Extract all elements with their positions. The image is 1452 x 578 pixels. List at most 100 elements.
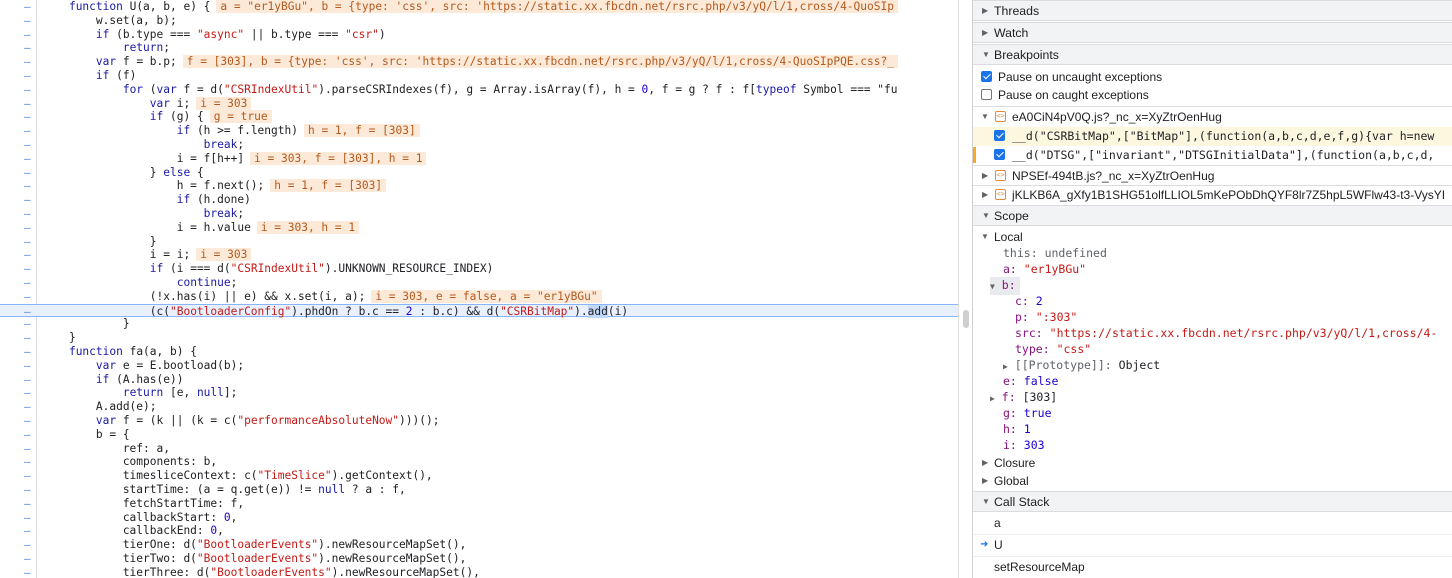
threads-section-header[interactable]: ▶ Threads	[973, 0, 1452, 21]
pause-caught-checkbox[interactable]	[981, 89, 992, 100]
line-marker[interactable]: –	[24, 331, 32, 345]
code-line[interactable]: – i = i; i = 303	[0, 248, 958, 262]
line-marker[interactable]: –	[24, 83, 32, 97]
line-marker[interactable]: –	[24, 345, 32, 359]
code-line[interactable]: – timesliceContext: c("TimeSlice").getCo…	[0, 469, 958, 483]
line-marker[interactable]: –	[24, 359, 32, 373]
code-line[interactable]: – }	[0, 331, 958, 345]
code-line[interactable]: – return [e, null];	[0, 386, 958, 400]
code-line[interactable]: – b = {	[0, 428, 958, 442]
code-line[interactable]: – continue;	[0, 276, 958, 290]
scope-i[interactable]: i: 303	[1003, 437, 1045, 453]
line-marker[interactable]: –	[24, 386, 32, 400]
call-frame-a[interactable]: a	[973, 512, 1452, 535]
code-line[interactable]: – var f = (k || (k = c("performanceAbsol…	[0, 414, 958, 428]
scope-b-c[interactable]: c: 2	[1015, 293, 1043, 309]
line-marker[interactable]: –	[24, 124, 32, 138]
breakpoint-checkbox[interactable]	[994, 149, 1005, 160]
scope-b-src[interactable]: src: "https://static.xx.fbcdn.net/rsrc.p…	[1015, 325, 1437, 341]
line-marker[interactable]: –	[24, 290, 32, 304]
code-line[interactable]: – (!x.has(i) || e) && x.set(i, a); i = 30…	[0, 289, 958, 304]
panel-splitter[interactable]	[958, 0, 973, 578]
code-line[interactable]: – var e = E.bootload(b);	[0, 359, 958, 373]
line-marker[interactable]: –	[24, 69, 32, 83]
line-marker[interactable]: –	[24, 414, 32, 428]
scope-section-header[interactable]: ▼ Scope	[973, 205, 1452, 226]
splitter-grip[interactable]	[963, 310, 969, 328]
line-marker[interactable]: –	[24, 138, 32, 152]
line-marker[interactable]: –	[24, 55, 32, 69]
line-marker[interactable]: –	[24, 248, 32, 262]
line-marker[interactable]: –	[24, 262, 32, 276]
line-marker[interactable]: –	[24, 97, 32, 111]
scope-global-row[interactable]: ▶ Global	[973, 472, 1452, 490]
breakpoint-entry-1[interactable]: __d("CSRBitMap",["BitMap"],(function(a,b…	[973, 127, 1452, 146]
code-line[interactable]: – break;	[0, 207, 958, 221]
line-marker[interactable]: –	[24, 552, 32, 566]
breakpoint-checkbox[interactable]	[994, 130, 1005, 141]
scope-e[interactable]: e: false	[1003, 373, 1058, 389]
code-line[interactable]: – tierOne: d("BootloaderEvents").newReso…	[0, 538, 958, 552]
line-marker[interactable]: –	[24, 235, 32, 249]
code-line[interactable]: – }	[0, 317, 958, 331]
line-marker[interactable]: –	[24, 179, 32, 193]
line-marker[interactable]: –	[24, 317, 32, 331]
scope-a[interactable]: a: "er1yBGu"	[1003, 261, 1086, 277]
watch-section-header[interactable]: ▶ Watch	[973, 22, 1452, 43]
code-line[interactable]: – i = h.value i = 303, h = 1	[0, 220, 958, 235]
scope-this[interactable]: this: undefined	[1003, 245, 1107, 261]
code-line[interactable]: – fetchStartTime: f,	[0, 497, 958, 511]
breakpoint-file-1[interactable]: ▼ <> eA0CiN4pV0Q.js?_nc_x=XyZtrOenHug	[973, 108, 1452, 126]
code-line[interactable]: – if (g) {g = true	[0, 110, 958, 124]
line-marker[interactable]: –	[24, 0, 32, 14]
line-marker[interactable]: –	[24, 373, 32, 387]
code-line[interactable]: – ref: a,	[0, 442, 958, 456]
code-line[interactable]: – break;	[0, 138, 958, 152]
line-marker[interactable]: –	[24, 28, 32, 42]
scope-g[interactable]: g: true	[1003, 405, 1052, 421]
line-marker[interactable]: –	[24, 566, 32, 578]
line-marker[interactable]: –	[24, 455, 32, 469]
scope-b-type[interactable]: type: "css"	[1015, 341, 1091, 357]
line-marker[interactable]: –	[24, 469, 32, 483]
breakpoints-section-header[interactable]: ▼ Breakpoints	[973, 44, 1452, 65]
line-marker[interactable]: –	[24, 14, 32, 28]
call-stack-section-header[interactable]: ▼ Call Stack	[973, 491, 1452, 512]
code-line[interactable]: – callbackStart: 0,	[0, 511, 958, 525]
code-line[interactable]: – var f = b.p; f = [303], b = {type: 'css…	[0, 55, 958, 69]
code-line[interactable]: – A.add(e);	[0, 400, 958, 414]
line-marker[interactable]: –	[24, 41, 32, 55]
code-line[interactable]: – if (h >= f.length) h = 1, f = [303]	[0, 124, 958, 138]
code-line[interactable]: – if (f)	[0, 69, 958, 83]
line-marker[interactable]: –	[24, 110, 32, 124]
line-marker[interactable]: –	[24, 166, 32, 180]
code-line[interactable]: – if (A.has(e))	[0, 373, 958, 387]
code-line[interactable]: – startTime: (a = q.get(e)) != null ? a …	[0, 483, 958, 497]
call-frame-setResourceMap[interactable]: setResourceMap	[973, 556, 1452, 578]
line-marker[interactable]: –	[24, 276, 32, 290]
breakpoint-file-2[interactable]: ▶ <> NPSEf-494tB.js?_nc_x=XyZtrOenHug	[973, 167, 1452, 185]
code-line[interactable]: – return;	[0, 41, 958, 55]
line-marker[interactable]: –	[24, 305, 32, 319]
code-line[interactable]: – if (i === d("CSRIndexUtil").UNKNOWN_RE…	[0, 262, 958, 276]
current-execution-line[interactable]: – (c("BootloaderConfig").phdOn ? b.c == …	[0, 303, 958, 319]
line-marker[interactable]: –	[24, 400, 32, 414]
line-marker[interactable]: –	[24, 152, 32, 166]
line-marker[interactable]: –	[24, 483, 32, 497]
scope-b-p[interactable]: p: ":303"	[1015, 309, 1077, 325]
code-line[interactable]: – w.set(a, b);	[0, 14, 958, 28]
call-frame-U[interactable]: ➜ U	[973, 534, 1452, 557]
line-marker[interactable]: –	[24, 221, 32, 235]
breakpoint-entry-2[interactable]: __d("DTSG",["invariant","DTSGInitialData…	[973, 146, 1452, 164]
code-line[interactable]: – components: b,	[0, 455, 958, 469]
line-marker[interactable]: –	[24, 207, 32, 221]
breakpoint-file-3[interactable]: ▶ <> jKLKB6A_gXfy1B1SHG51olfLLIOL5mKePOb…	[973, 186, 1452, 204]
scope-h[interactable]: h: 1	[1003, 421, 1031, 437]
code-line[interactable]: – var i; i = 303	[0, 96, 958, 111]
line-marker[interactable]: –	[24, 511, 32, 525]
scope-closure-row[interactable]: ▶ Closure	[973, 454, 1452, 472]
code-line[interactable]: – if (h.done)	[0, 193, 958, 207]
code-line[interactable]: – }	[0, 235, 958, 249]
code-line[interactable]: – for (var f = d("CSRIndexUtil").parseCS…	[0, 83, 958, 97]
line-marker[interactable]: –	[24, 538, 32, 552]
